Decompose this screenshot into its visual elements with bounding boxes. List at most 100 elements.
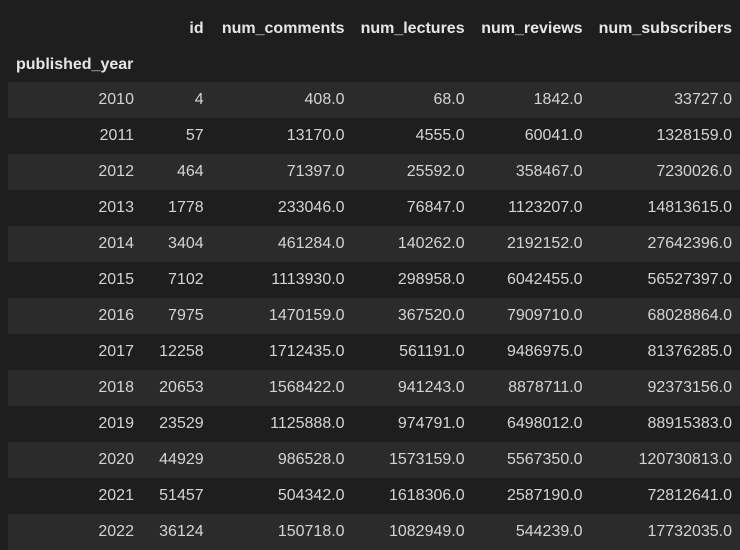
cell-num-lectures: 76847.0 (406, 199, 465, 216)
cell-num-lectures: 974791.0 (397, 415, 465, 432)
column-header-num-comments: num_comments (221, 20, 345, 37)
cell-num-reviews: 60041.0 (524, 127, 583, 144)
table-row: 2022 36124 150718.0 1082949.0 544239.0 177320… (8, 514, 740, 550)
cell-num-comments: 504342.0 (277, 487, 345, 504)
cell-id: 57 (185, 127, 204, 144)
cell-num-subscribers: 68028864.0 (647, 307, 732, 324)
cell-num-lectures: 941243.0 (397, 379, 465, 396)
empty-header-cell (473, 48, 591, 82)
cell-num-reviews: 2587190.0 (506, 487, 583, 504)
cell-num-comments: 1712435.0 (268, 343, 345, 360)
empty-header-cell (212, 48, 353, 82)
table-row: 2018 20653 1568422.0 941243.0 8878711.0 92373… (8, 370, 740, 406)
row-index-year: 2021 (98, 487, 134, 504)
cell-id: 7975 (168, 307, 204, 324)
empty-header-cell (353, 48, 473, 82)
cell-num-lectures: 25592.0 (406, 163, 465, 180)
cell-id: 464 (176, 163, 204, 180)
cell-num-reviews: 2192152.0 (506, 235, 583, 252)
index-name-header: published_year (16, 56, 134, 73)
cell-num-comments: 233046.0 (277, 199, 345, 216)
cell-num-lectures: 68.0 (433, 91, 465, 108)
dataframe-output: id num_comments num_lectures num_reviews… (8, 10, 740, 550)
cell-num-comments: 986528.0 (277, 451, 345, 468)
cell-id: 20653 (159, 379, 204, 396)
cell-num-subscribers: 56527397.0 (647, 271, 732, 288)
row-index-year: 2016 (98, 307, 134, 324)
cell-num-subscribers: 27642396.0 (647, 235, 732, 252)
cell-num-reviews: 1123207.0 (508, 199, 583, 216)
cell-num-reviews: 6042455.0 (506, 271, 583, 288)
cell-num-reviews: 7909710.0 (506, 307, 583, 324)
cell-num-subscribers: 88915383.0 (647, 415, 732, 432)
cell-id: 7102 (168, 271, 204, 288)
cell-num-comments: 1113930.0 (271, 271, 345, 288)
cell-num-comments: 150718.0 (277, 523, 345, 540)
cell-num-reviews: 1842.0 (533, 91, 583, 108)
column-header-row: id num_comments num_lectures num_reviews… (8, 10, 740, 48)
cell-num-reviews: 358467.0 (515, 163, 583, 180)
table-row: 2020 44929 986528.0 1573159.0 5567350.0 12073… (8, 442, 740, 478)
cell-num-lectures: 1082949.0 (388, 523, 465, 540)
table-body: 2010 4 408.0 68.0 1842.0 33727.0 2011 57 13170.0… (8, 82, 740, 550)
table-row: 2021 51457 504342.0 1618306.0 2587190.0 72812… (8, 478, 740, 514)
cell-id: 51457 (159, 487, 204, 504)
cell-num-lectures: 1573159.0 (388, 451, 465, 468)
cell-num-lectures: 298958.0 (397, 271, 465, 288)
cell-num-reviews: 6498012.0 (506, 415, 583, 432)
row-index-year: 2020 (98, 451, 134, 468)
row-index-year: 2017 (98, 343, 134, 360)
cell-num-comments: 408.0 (304, 91, 345, 108)
cell-num-subscribers: 17732035.0 (647, 523, 732, 540)
cell-num-reviews: 9486975.0 (506, 343, 583, 360)
cell-id: 23529 (159, 415, 204, 432)
cell-num-subscribers: 1328159.0 (656, 127, 732, 144)
cell-num-comments: 461284.0 (277, 235, 345, 252)
cell-num-subscribers: 33727.0 (674, 91, 732, 108)
cell-num-reviews: 8878711.0 (508, 379, 583, 396)
cell-num-reviews: 5567350.0 (506, 451, 583, 468)
table-row: 2015 7102 1113930.0 298958.0 6042455.0 565273… (8, 262, 740, 298)
corner-cell (8, 10, 142, 48)
row-index-year: 2011 (99, 127, 134, 144)
empty-header-cell (142, 48, 212, 82)
cell-id: 44929 (159, 451, 204, 468)
cell-id: 36124 (159, 523, 204, 540)
cell-num-subscribers: 81376285.0 (647, 343, 732, 360)
cell-num-comments: 1125888.0 (270, 415, 345, 432)
cell-id: 1778 (168, 199, 204, 216)
table-row: 2010 4 408.0 68.0 1842.0 33727.0 (8, 82, 740, 118)
empty-header-cell (591, 48, 740, 82)
cell-num-lectures: 561191.0 (399, 343, 465, 360)
cell-num-subscribers: 72812641.0 (647, 487, 732, 504)
cell-num-comments: 1470159.0 (268, 307, 345, 324)
column-header-id: id (189, 20, 204, 37)
table-row: 2014 3404 461284.0 140262.0 2192152.0 2764239… (8, 226, 740, 262)
cell-num-subscribers: 7230026.0 (656, 163, 732, 180)
row-index-year: 2012 (98, 163, 134, 180)
cell-num-lectures: 1618306.0 (388, 487, 465, 504)
column-header-num-lectures: num_lectures (360, 20, 465, 37)
cell-num-reviews: 544239.0 (515, 523, 583, 540)
table-row: 2012 464 71397.0 25592.0 358467.0 7230026.0 (8, 154, 740, 190)
row-index-year: 2014 (98, 235, 134, 252)
table-row: 2017 12258 1712435.0 561191.0 9486975.0 81376… (8, 334, 740, 370)
row-index-year: 2022 (98, 523, 134, 540)
cell-id: 4 (194, 91, 204, 108)
index-header-row: published_year (8, 48, 740, 82)
cell-num-subscribers: 120730813.0 (638, 451, 732, 468)
cell-num-comments: 13170.0 (286, 127, 345, 144)
cell-num-lectures: 140262.0 (397, 235, 465, 252)
table-header: id num_comments num_lectures num_reviews… (8, 10, 740, 82)
dataframe-table: id num_comments num_lectures num_reviews… (8, 10, 740, 550)
table-row: 2011 57 13170.0 4555.0 60041.0 1328159.0 (8, 118, 740, 154)
cell-id: 3404 (168, 235, 204, 252)
cell-num-lectures: 4555.0 (415, 127, 465, 144)
row-index-year: 2015 (98, 271, 134, 288)
row-index-year: 2019 (98, 415, 134, 432)
row-index-year: 2018 (98, 379, 134, 396)
table-row: 2019 23529 1125888.0 974791.0 6498012.0 88915… (8, 406, 740, 442)
cell-num-comments: 71397.0 (286, 163, 345, 180)
column-header-num-reviews: num_reviews (481, 20, 583, 37)
cell-num-lectures: 367520.0 (397, 307, 465, 324)
